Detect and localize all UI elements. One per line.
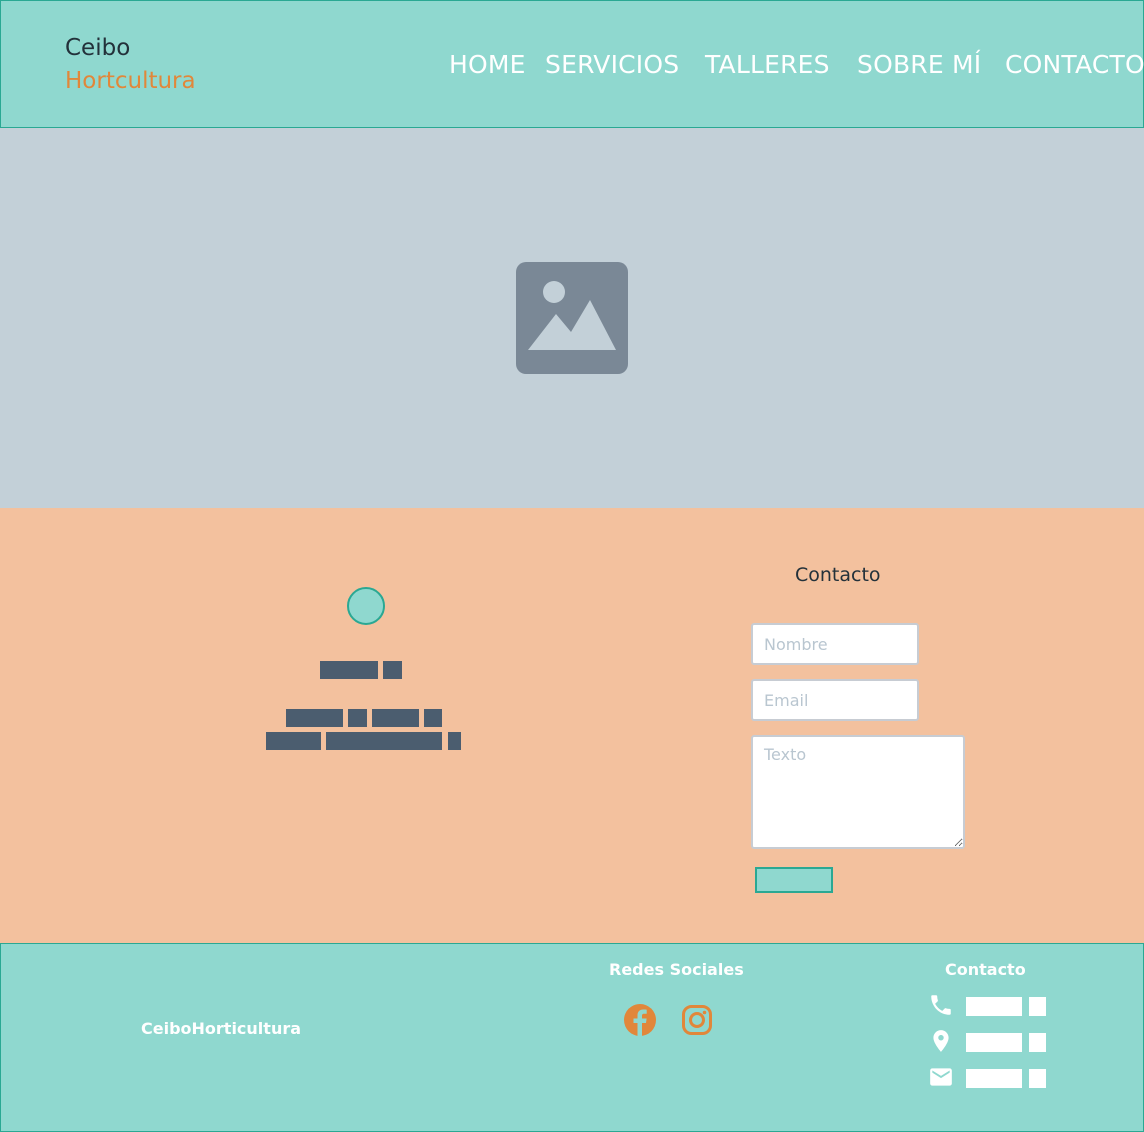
- image-placeholder-icon: [516, 262, 628, 374]
- social-heading: Redes Sociales: [609, 960, 744, 979]
- text-placeholder-block: [372, 709, 419, 727]
- submit-button[interactable]: [755, 867, 833, 893]
- footer-contact-heading: Contacto: [945, 960, 1026, 979]
- message-textarea[interactable]: [751, 735, 965, 849]
- hero-banner: [0, 128, 1144, 508]
- nav-sobre-mi[interactable]: SOBRE MÍ: [857, 47, 981, 83]
- text-placeholder-block: [326, 732, 442, 750]
- text-placeholder-block: [383, 661, 402, 679]
- text-placeholder-block: [320, 661, 378, 679]
- text-placeholder-block: [286, 709, 343, 727]
- nav-talleres[interactable]: TALLERES: [705, 47, 830, 83]
- text-placeholder-block: [348, 709, 367, 727]
- contact-detail-placeholder: [966, 997, 1022, 1016]
- contact-detail-placeholder: [1029, 997, 1046, 1016]
- contact-detail-placeholder: [966, 1033, 1022, 1052]
- contact-section: Contacto: [0, 508, 1144, 944]
- site-footer: CeiboHorticultura Redes Sociales Contact…: [0, 943, 1144, 1132]
- logo-text-top: Ceibo: [65, 35, 131, 61]
- location-pin-icon: [933, 1030, 949, 1052]
- nav-home[interactable]: HOME: [449, 47, 526, 83]
- text-placeholder-block: [424, 709, 442, 727]
- contact-detail-placeholder: [966, 1069, 1022, 1088]
- nav-servicios[interactable]: SERVICIOS: [545, 47, 679, 83]
- footer-brand: CeiboHorticultura: [141, 1019, 302, 1038]
- email-field[interactable]: [751, 679, 919, 721]
- site-header: Ceibo Hortcultura HOME SERVICIOS TALLERE…: [0, 0, 1144, 128]
- instagram-icon[interactable]: [681, 1004, 713, 1036]
- contact-detail-placeholder: [1029, 1069, 1046, 1088]
- logo[interactable]: Ceibo Hortcultura: [65, 33, 196, 99]
- contact-form-title: Contacto: [795, 564, 881, 586]
- logo-text-bottom: Hortcultura: [65, 68, 196, 94]
- phone-icon: [931, 995, 951, 1015]
- mail-icon: [930, 1068, 952, 1086]
- text-placeholder-block: [448, 732, 461, 750]
- name-field[interactable]: [751, 623, 919, 665]
- text-placeholder-block: [266, 732, 321, 750]
- avatar: [347, 587, 385, 625]
- contact-detail-placeholder: [1029, 1033, 1046, 1052]
- facebook-icon[interactable]: [624, 1004, 656, 1036]
- nav-contacto[interactable]: CONTACTO: [1005, 47, 1144, 83]
